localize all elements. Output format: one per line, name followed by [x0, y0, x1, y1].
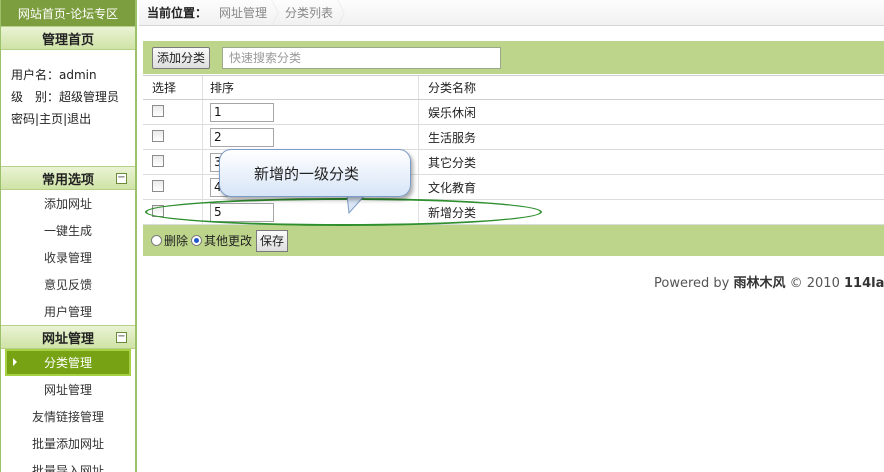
sidebar-item-feedback[interactable]: 意见反馈	[1, 271, 135, 298]
collapse-icon[interactable]: −	[116, 332, 127, 343]
arrow-right-icon	[13, 358, 17, 366]
bulk-action-bar: 删除 其他更改 保存	[143, 225, 884, 256]
site-link[interactable]: 114la.c	[844, 276, 884, 291]
brand-link[interactable]: 雨林木风	[733, 276, 785, 291]
sidebar-top-links: 网站首页 - 论坛专区	[1, 0, 135, 26]
order-input[interactable]	[210, 127, 274, 147]
toolbar: 添加分类	[143, 41, 884, 74]
breadcrumb: 当前位置： 网址管理 分类列表	[139, 0, 884, 26]
sidebar-item-label: 网址管理	[43, 383, 92, 397]
sidebar-item-category-management[interactable]: 分类管理	[5, 349, 131, 376]
copyright-text: © 2010	[785, 276, 844, 291]
category-name: 其它分类	[418, 150, 884, 174]
user-info: 用户名：admin 级 别：超级管理员 密码|主页|退出	[1, 50, 135, 166]
site-home-link[interactable]: 网站首页	[18, 5, 66, 22]
sidebar-item-label: 一键生成	[43, 224, 92, 238]
sidebar-item-label: 用户管理	[43, 305, 92, 319]
sidebar-item-users[interactable]: 用户管理	[1, 298, 135, 325]
sidebar-item-friend-links[interactable]: 友情链接管理	[1, 403, 135, 430]
sidebar-item-label: 添加网址	[43, 197, 92, 211]
row-checkbox[interactable]	[152, 129, 164, 142]
sidebar-item-label: 友情链接管理	[31, 410, 104, 424]
breadcrumb-item[interactable]: 网址管理	[213, 0, 280, 26]
callout-tail	[346, 195, 366, 215]
sidebar-item-label: 批量添加网址	[31, 437, 104, 451]
category-name: 文化教育	[418, 175, 884, 199]
section-common-options[interactable]: 常用选项 −	[1, 166, 135, 190]
row-checkbox[interactable]	[152, 104, 164, 117]
row-checkbox[interactable]	[152, 179, 164, 192]
admin-home-label: 管理首页	[41, 32, 94, 48]
other-changes-radio[interactable]	[191, 235, 203, 246]
username-line: 用户名：admin	[11, 68, 97, 82]
section-title: 网址管理	[41, 331, 94, 347]
admin-home-header[interactable]: 管理首页	[1, 26, 135, 50]
table-row: 娱乐休闲	[143, 100, 884, 125]
callout-text: 新增的一级分类	[254, 164, 360, 183]
sidebar-item-add-url[interactable]: 添加网址	[1, 190, 135, 217]
sidebar-item-batch-import[interactable]: 批量导入网址	[1, 457, 135, 472]
password-link[interactable]: 密码	[11, 112, 35, 126]
annotation-callout: 新增的一级分类	[219, 149, 411, 197]
column-header-name: 分类名称	[418, 76, 884, 99]
row-checkbox[interactable]	[152, 154, 164, 167]
breadcrumb-item[interactable]: 分类列表	[279, 0, 346, 26]
section-url-management[interactable]: 网址管理 −	[1, 325, 135, 349]
user-links: 密码|主页|退出	[11, 112, 92, 126]
level-line: 级 别：超级管理员	[11, 90, 120, 104]
order-input[interactable]	[210, 102, 274, 122]
sidebar-item-label: 分类管理	[43, 356, 92, 370]
category-name: 生活服务	[418, 125, 884, 149]
logout-link[interactable]: 退出	[67, 112, 91, 126]
sidebar-item-batch-add[interactable]: 批量添加网址	[1, 430, 135, 457]
collapse-icon[interactable]: −	[116, 173, 127, 184]
main-content: 当前位置： 网址管理 分类列表 添加分类 选择 排序 分类名称 娱乐休闲 生活服…	[139, 0, 884, 472]
sidebar-item-label: 收录管理	[43, 251, 92, 265]
column-header-order: 排序	[202, 76, 418, 99]
table-row: 生活服务	[143, 125, 884, 150]
forum-link[interactable]: 论坛专区	[70, 5, 118, 22]
save-button[interactable]: 保存	[256, 229, 289, 252]
powered-prefix: Powered by	[654, 276, 734, 291]
breadcrumb-label: 当前位置：	[147, 6, 208, 20]
sidebar-item-label: 意见反馈	[43, 278, 92, 292]
sidebar-item-label: 批量导入网址	[31, 464, 104, 472]
table-header-row: 选择 排序 分类名称	[143, 75, 884, 100]
sidebar-item-generate[interactable]: 一键生成	[1, 217, 135, 244]
category-name: 娱乐休闲	[418, 100, 884, 124]
powered-by-footer: Powered by 雨林木风 © 2010 114la.c	[654, 272, 884, 291]
sidebar: 网站首页 - 论坛专区 管理首页 用户名：admin 级 别：超级管理员 密码|…	[0, 0, 137, 472]
sidebar-item-inclusion[interactable]: 收录管理	[1, 244, 135, 271]
delete-radio[interactable]	[151, 235, 162, 246]
column-header-select: 选择	[152, 81, 177, 95]
section-title: 常用选项	[41, 172, 94, 188]
highlight-ellipse	[145, 198, 542, 226]
sidebar-item-url-management[interactable]: 网址管理	[1, 376, 135, 403]
add-category-button[interactable]: 添加分类	[152, 46, 211, 69]
other-changes-radio-label[interactable]: 其他更改	[204, 232, 252, 249]
search-input[interactable]	[222, 46, 502, 69]
homepage-link[interactable]: 主页	[39, 112, 63, 126]
delete-radio-label[interactable]: 删除	[164, 232, 188, 249]
